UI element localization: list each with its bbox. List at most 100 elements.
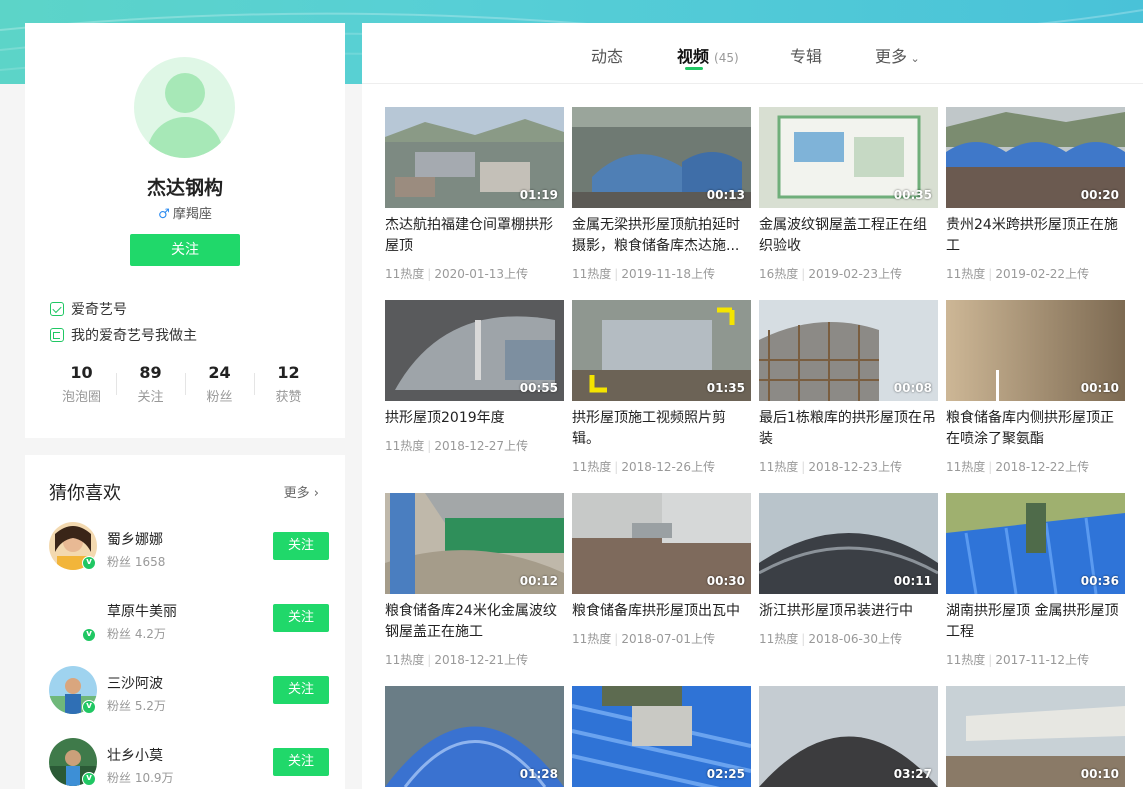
video-date: 2018-07-01上传 [621, 632, 716, 646]
video-title[interactable]: 拱形屋顶施工视频照片剪辑。 [572, 408, 751, 450]
video-card[interactable]: 00:08 最后1栋粮库的拱形屋顶在吊装 11热度 | 2018-12-23上传 [759, 300, 938, 475]
video-thumbnail[interactable]: 00:10 [946, 686, 1125, 787]
recommend-name[interactable]: 蜀乡娜娜 [107, 529, 163, 549]
video-duration: 02:25 [706, 767, 745, 781]
video-thumbnail[interactable]: 00:30 [572, 493, 751, 594]
stat-fans[interactable]: 24 粉丝 [185, 363, 254, 405]
video-card[interactable]: 01:28 [385, 686, 564, 787]
video-title[interactable]: 杰达航拍福建仓间罩棚拱形屋顶 [385, 215, 564, 257]
tab-active-indicator [685, 67, 703, 70]
video-card[interactable]: 00:55 拱形屋顶2019年度 11热度 | 2018-12-27上传 [385, 300, 564, 454]
video-thumbnail[interactable]: 03:27 [759, 686, 938, 787]
video-duration: 01:19 [519, 188, 558, 202]
video-card[interactable]: 02:25 [572, 686, 751, 787]
video-card[interactable]: 00:13 金属无梁拱形屋顶航拍延时摄影，粮食储备库杰达施... 11热度 | 20… [572, 107, 751, 282]
video-date: 2019-11-18上传 [621, 267, 716, 281]
video-card[interactable]: 00:12 粮食储备库24米化金属波纹钢屋盖正在施工 11热度 | 2018-12-… [385, 493, 564, 668]
video-card[interactable]: 01:35 拱形屋顶施工视频照片剪辑。 11热度 | 2018-12-26上传 [572, 300, 751, 475]
video-heat: 11热度 [759, 460, 799, 474]
video-card[interactable]: 00:11 浙江拱形屋顶吊装进行中 11热度 | 2018-06-30上传 [759, 493, 938, 647]
recommend-name[interactable]: 草原牛美丽 [107, 601, 177, 621]
video-duration: 00:11 [893, 574, 932, 588]
video-heat: 11热度 [385, 653, 425, 667]
recommend-item: v 壮乡小莫 粉丝 10.9万 关注 [49, 738, 329, 788]
video-thumbnail[interactable]: 00:08 [759, 300, 938, 401]
video-title[interactable]: 最后1栋粮库的拱形屋顶在吊装 [759, 408, 938, 450]
video-card[interactable]: 00:10 [946, 686, 1125, 787]
video-date: 2020-01-13上传 [434, 267, 529, 281]
recommend-follow-button[interactable]: 关注 [273, 604, 329, 632]
video-heat: 11热度 [946, 460, 986, 474]
recommend-more-link[interactable]: 更多 › [284, 482, 319, 501]
recommend-name[interactable]: 三沙阿波 [107, 673, 163, 693]
video-meta: 11热度 | 2019-02-22上传 [946, 267, 1090, 281]
video-thumbnail[interactable]: 01:35 [572, 300, 751, 401]
video-duration: 00:10 [1080, 767, 1119, 781]
video-title[interactable]: 金属无梁拱形屋顶航拍延时摄影，粮食储备库杰达施... [572, 215, 751, 257]
video-thumbnail[interactable]: 00:12 [385, 493, 564, 594]
recommend-follow-button[interactable]: 关注 [273, 748, 329, 776]
recommend-item: v 三沙阿波 粉丝 5.2万 关注 [49, 666, 329, 716]
video-thumbnail[interactable]: 00:55 [385, 300, 564, 401]
profile-zodiac: ♂ 摩羯座 [25, 203, 345, 222]
video-heat: 11热度 [946, 267, 986, 281]
video-thumbnail[interactable]: 01:28 [385, 686, 564, 787]
iqiyi-account-icon [50, 302, 64, 316]
video-title[interactable]: 粮食储备库内侧拱形屋顶正在喷涂了聚氨酯 [946, 408, 1125, 450]
tab-label: 视频 [677, 47, 710, 66]
video-duration: 01:28 [519, 767, 558, 781]
stat-following[interactable]: 89 关注 [116, 363, 185, 405]
video-title[interactable]: 湖南拱形屋顶 金属拱形屋顶工程 [946, 601, 1125, 643]
tab-albums[interactable]: 专辑 [790, 43, 822, 84]
iqiyi-slogan-label: 我的爱奇艺号我做主 [71, 328, 197, 344]
iqiyi-slogan-link[interactable]: 我的爱奇艺号我做主 [50, 325, 197, 345]
video-card[interactable]: 01:19 杰达航拍福建仓间罩棚拱形屋顶 11热度 | 2020-01-13上传 [385, 107, 564, 282]
video-title[interactable]: 粮食储备库拱形屋顶出瓦中 [572, 601, 751, 622]
video-duration: 00:30 [706, 574, 745, 588]
video-heat: 11热度 [572, 267, 612, 281]
video-duration: 00:13 [706, 188, 745, 202]
recommend-fans: 粉丝 10.9万 [107, 771, 174, 785]
recommend-follow-button[interactable]: 关注 [273, 676, 329, 704]
recommend-name[interactable]: 壮乡小莫 [107, 745, 163, 765]
follow-button[interactable]: 关注 [130, 234, 240, 266]
video-duration: 00:10 [1080, 381, 1119, 395]
video-date: 2019-02-23上传 [808, 267, 903, 281]
iqiyi-account-link[interactable]: 爱奇艺号 [50, 299, 127, 319]
profile-avatar[interactable] [134, 57, 235, 158]
stat-bubble-circle[interactable]: 10 泡泡圈 [47, 363, 116, 405]
video-meta: 11热度 | 2018-12-23上传 [759, 460, 903, 474]
video-title[interactable]: 浙江拱形屋顶吊装进行中 [759, 601, 938, 622]
recommend-follow-button[interactable]: 关注 [273, 532, 329, 560]
video-thumbnail[interactable]: 00:11 [759, 493, 938, 594]
stat-value: 10 [70, 363, 93, 382]
video-thumbnail[interactable]: 00:10 [946, 300, 1125, 401]
video-card[interactable]: 00:20 贵州24米跨拱形屋顶正在施工 11热度 | 2019-02-22上传 [946, 107, 1125, 282]
video-heat: 11热度 [385, 439, 425, 453]
tab-feed[interactable]: 动态 [591, 43, 623, 84]
video-thumbnail[interactable]: 02:25 [572, 686, 751, 787]
video-card[interactable]: 00:36 湖南拱形屋顶 金属拱形屋顶工程 11热度 | 2017-11-12上传 [946, 493, 1125, 668]
video-thumbnail[interactable]: 01:19 [385, 107, 564, 208]
video-title[interactable]: 金属波纹钢屋盖工程正在组织验收 [759, 215, 938, 257]
video-card[interactable]: 00:10 粮食储备库内侧拱形屋顶正在喷涂了聚氨酯 11热度 | 2018-12-2… [946, 300, 1125, 475]
video-card[interactable]: 03:27 [759, 686, 938, 787]
video-card[interactable]: 00:35 金属波纹钢屋盖工程正在组织验收 16热度 | 2019-02-23上传 [759, 107, 938, 282]
video-title[interactable]: 贵州24米跨拱形屋顶正在施工 [946, 215, 1125, 257]
tab-more[interactable]: 更多 ⌄ [875, 43, 920, 84]
video-heat: 16热度 [759, 267, 799, 281]
video-thumbnail[interactable]: 00:35 [759, 107, 938, 208]
tab-videos[interactable]: 视频 (45) [677, 43, 739, 84]
video-date: 2019-02-22上传 [995, 267, 1090, 281]
video-thumbnail[interactable]: 00:36 [946, 493, 1125, 594]
video-card[interactable]: 00:30 粮食储备库拱形屋顶出瓦中 11热度 | 2018-07-01上传 [572, 493, 751, 647]
verified-icon: v [82, 700, 96, 714]
video-meta: 11热度 | 2019-11-18上传 [572, 267, 716, 281]
video-title[interactable]: 拱形屋顶2019年度 [385, 408, 564, 429]
video-duration: 00:36 [1080, 574, 1119, 588]
stat-label: 粉丝 [206, 390, 233, 405]
video-title[interactable]: 粮食储备库24米化金属波纹钢屋盖正在施工 [385, 601, 564, 643]
video-thumbnail[interactable]: 00:20 [946, 107, 1125, 208]
video-duration: 00:20 [1080, 188, 1119, 202]
video-thumbnail[interactable]: 00:13 [572, 107, 751, 208]
